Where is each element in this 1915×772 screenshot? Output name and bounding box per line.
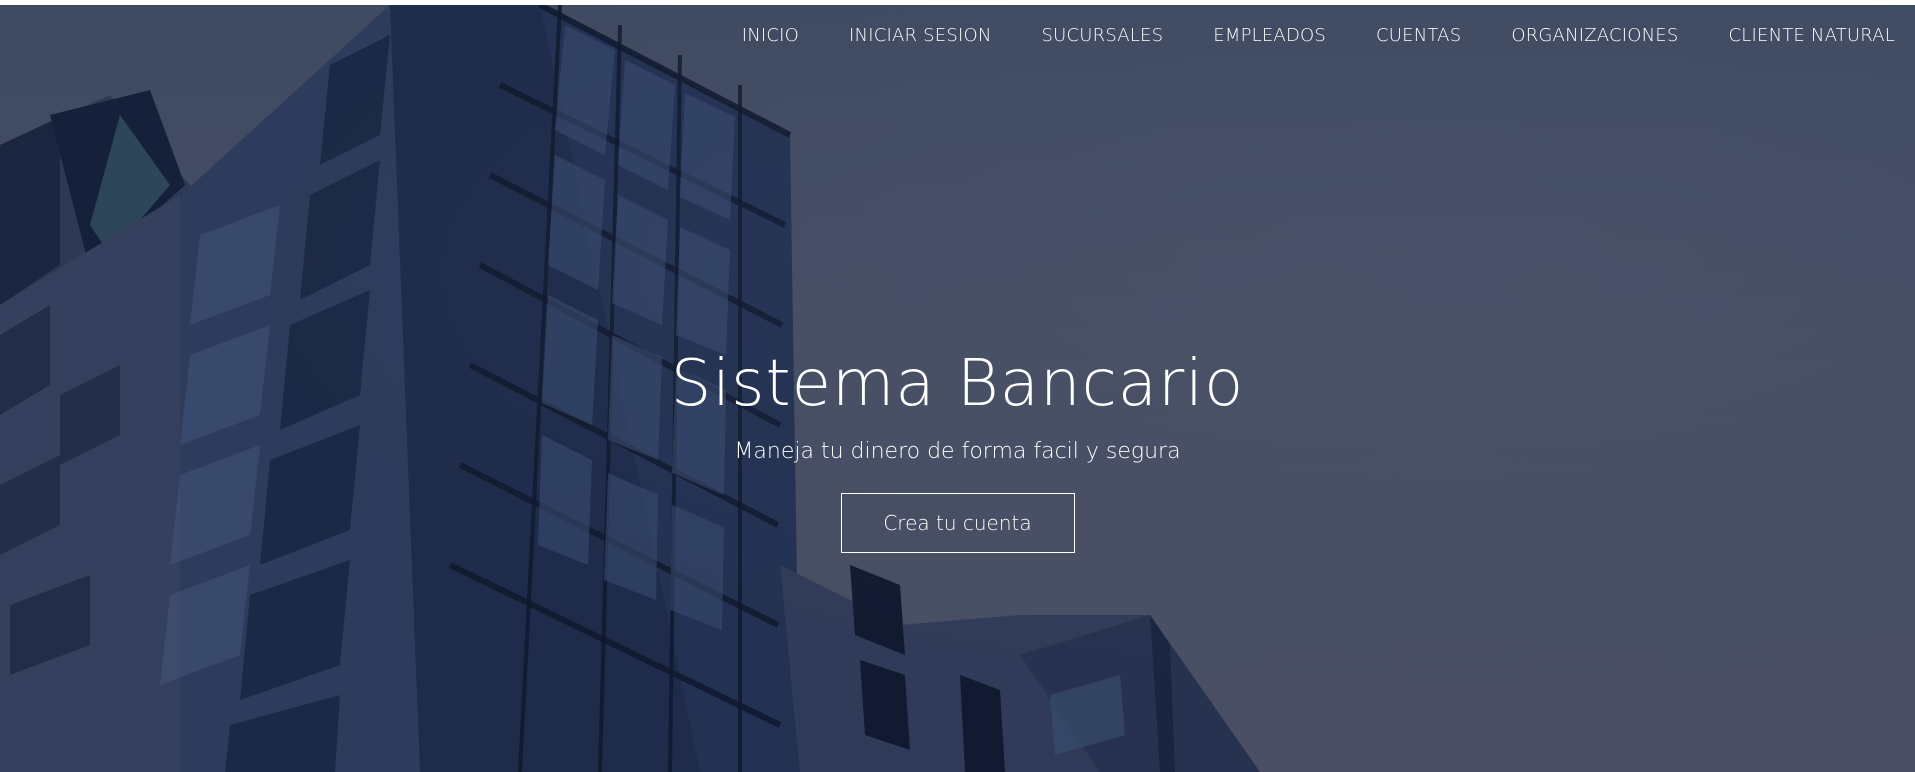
nav-item-organizaciones[interactable]: ORGANIZACIONES: [1511, 19, 1678, 52]
create-account-button[interactable]: Crea tu cuenta: [840, 493, 1075, 553]
nav-item-empleados[interactable]: EMPLEADOS: [1213, 19, 1326, 52]
hero-subtitle: Maneja tu dinero de forma facil y segura: [734, 439, 1181, 464]
nav-item-cuentas[interactable]: CUENTAS: [1376, 19, 1461, 52]
hero-section: INICIO INICIAR SESION SUCURSALES EMPLEAD…: [0, 5, 1915, 772]
nav-item-inicio[interactable]: INICIO: [742, 19, 799, 52]
nav-item-sucursales[interactable]: SUCURSALES: [1042, 19, 1164, 52]
hero-title: Sistema Bancario: [670, 347, 1245, 421]
top-navigation: INICIO INICIAR SESION SUCURSALES EMPLEAD…: [692, 19, 1895, 52]
nav-item-iniciar-sesion[interactable]: INICIAR SESION: [849, 19, 991, 52]
hero-content: Sistema Bancario Maneja tu dinero de for…: [0, 345, 1915, 553]
nav-item-cliente-natural[interactable]: CLIENTE NATURAL: [1728, 19, 1895, 52]
